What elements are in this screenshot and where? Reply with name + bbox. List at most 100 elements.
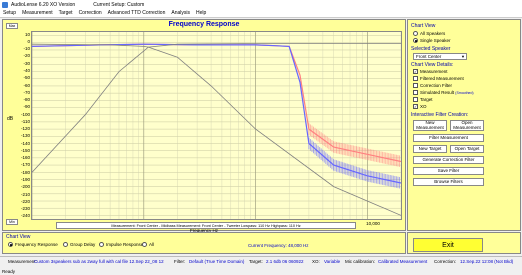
all-speakers-option[interactable]: All Speakers bbox=[413, 31, 445, 36]
legend-bar: Measurement: Front Center - Midbass Meas… bbox=[56, 222, 356, 229]
mic-value: Calibrated Measurement bbox=[378, 259, 428, 264]
y-tick: 10 bbox=[24, 31, 30, 37]
filter-label: Filter: bbox=[174, 259, 186, 264]
detail-label: Filtered Measurement bbox=[420, 76, 464, 81]
detail-label: Target bbox=[420, 97, 433, 102]
frequency-response-chart bbox=[32, 32, 401, 219]
filtered-measurement-checkbox[interactable]: Filtered Measurement bbox=[413, 76, 464, 81]
correction-filter-checkbox[interactable]: Correction Filter bbox=[413, 83, 452, 88]
y-tick: -180 bbox=[20, 169, 30, 175]
window-title: AudioLense 6.20 XO Version bbox=[11, 1, 76, 8]
open-target-button[interactable]: Open Target bbox=[450, 145, 484, 153]
detail-label: XO bbox=[420, 104, 427, 109]
speaker-dropdown[interactable]: Front Center ▼ bbox=[413, 53, 467, 60]
interactive-filter-title: Interactive Filter Creation: bbox=[411, 112, 469, 118]
smoothed-note: (Smoothed) bbox=[455, 90, 474, 95]
menu-bar: Setup Measurement Target Correction Adva… bbox=[0, 9, 522, 18]
y-tick: -220 bbox=[20, 198, 30, 204]
single-speaker-option[interactable]: Single Speaker bbox=[413, 38, 451, 43]
menu-advanced-ttd[interactable]: Advanced TTD Correction bbox=[105, 10, 169, 16]
option-label: Impulse Response bbox=[106, 242, 144, 247]
menu-help[interactable]: Help bbox=[193, 10, 209, 16]
open-measurement-button[interactable]: Open Measurement bbox=[450, 120, 484, 131]
max-button[interactable]: Max bbox=[6, 23, 18, 29]
target-checkbox[interactable]: Target bbox=[413, 97, 433, 102]
plot-area[interactable] bbox=[31, 31, 402, 220]
simulated-result-checkbox[interactable]: Simulated Result (Smoothed) bbox=[413, 90, 474, 95]
group-delay-option[interactable]: Group Delay bbox=[63, 242, 95, 247]
checkbox-icon bbox=[413, 83, 418, 88]
measurement-value: Custom 3speakers sub as 2way full with c… bbox=[34, 259, 164, 264]
filter-value: Default (True Time Domain) bbox=[189, 259, 245, 264]
series-line bbox=[32, 43, 401, 184]
y-tick: -210 bbox=[20, 191, 30, 197]
y-tick: -30 bbox=[23, 60, 30, 66]
selected-speaker-title: Selected Speaker bbox=[411, 46, 451, 52]
exit-button[interactable]: Exit bbox=[413, 238, 483, 252]
browse-filters-button[interactable]: Browse Filters bbox=[413, 178, 484, 186]
y-tick: -10 bbox=[23, 46, 30, 52]
checkbox-icon bbox=[413, 76, 418, 81]
current-frequency: Current Frequency: 48,000 Hz bbox=[248, 243, 309, 248]
detail-label: Simulated Result bbox=[420, 90, 455, 95]
radio-icon bbox=[63, 242, 68, 247]
option-label: Frequency Response bbox=[15, 242, 58, 247]
frequency-response-option[interactable]: Frequency Response bbox=[8, 242, 58, 247]
checkbox-icon bbox=[413, 97, 418, 102]
radio-selected-icon bbox=[413, 38, 418, 43]
generate-correction-filter-button[interactable]: Generate Correction Filter bbox=[413, 156, 484, 164]
app-icon bbox=[2, 1, 8, 8]
y-tick: -190 bbox=[20, 177, 30, 183]
radio-icon bbox=[413, 31, 418, 36]
checkbox-icon bbox=[413, 90, 418, 95]
menu-target[interactable]: Target bbox=[56, 10, 76, 16]
new-target-button[interactable]: New Target bbox=[413, 145, 447, 153]
y-tick: -140 bbox=[20, 140, 30, 146]
measurement-checkbox[interactable]: ✓ Measurement bbox=[413, 69, 448, 74]
series-line bbox=[32, 43, 401, 216]
current-setup: Current Setup: Custom bbox=[93, 1, 145, 8]
target-value: 2.1 6db 06 060922 bbox=[266, 259, 304, 264]
chevron-down-icon: ▼ bbox=[461, 54, 465, 59]
impulse-response-option[interactable]: Impulse Response bbox=[99, 242, 143, 247]
y-tick: -170 bbox=[20, 162, 30, 168]
correction-label: Correction: bbox=[434, 259, 457, 264]
menu-setup[interactable]: Setup bbox=[0, 10, 19, 16]
menu-correction[interactable]: Correction bbox=[76, 10, 105, 16]
menu-measurement[interactable]: Measurement bbox=[19, 10, 56, 16]
save-filter-button[interactable]: Save Filter bbox=[413, 167, 484, 175]
single-speaker-label: Single Speaker bbox=[420, 38, 451, 43]
y-tick: -120 bbox=[20, 126, 30, 132]
mic-label: Mic calibration: bbox=[345, 259, 376, 264]
status-ready: Ready bbox=[2, 269, 16, 274]
all-speakers-label: All Speakers bbox=[420, 31, 446, 36]
xo-checkbox[interactable]: ✓ XO bbox=[413, 104, 427, 109]
measurement-label: Measurement: bbox=[8, 259, 37, 264]
y-tick: -40 bbox=[23, 67, 30, 73]
chart-view-details-title: Chart View Details: bbox=[411, 62, 454, 68]
all-option[interactable]: All bbox=[142, 242, 154, 247]
chart-view-title: Chart View bbox=[411, 23, 436, 29]
chart-view-bar: Chart View Frequency Response Group Dela… bbox=[2, 232, 406, 254]
menu-analysis[interactable]: Analysis bbox=[168, 10, 193, 16]
title-bar: AudioLense 6.20 XO Version Current Setup… bbox=[0, 0, 522, 9]
y-tick: -160 bbox=[20, 155, 30, 161]
status-bar: Measurement: Custom 3speakers sub as 2wa… bbox=[0, 256, 522, 275]
speaker-value: Front Center bbox=[416, 54, 442, 59]
radio-selected-icon bbox=[8, 242, 13, 247]
y-tick: -230 bbox=[20, 206, 30, 212]
detail-label: Measurement bbox=[420, 69, 448, 74]
plot-panel: Frequency Response Max Min dB 10 0 -10 -20-… bbox=[2, 19, 406, 233]
y-tick: -50 bbox=[23, 75, 30, 81]
radio-icon bbox=[99, 242, 104, 247]
new-measurement-button[interactable]: New Measurement bbox=[413, 120, 447, 131]
y-tick: -130 bbox=[20, 133, 30, 139]
option-label: Group Delay bbox=[70, 242, 96, 247]
y-tick: -200 bbox=[20, 184, 30, 190]
min-button[interactable]: Min bbox=[6, 219, 18, 225]
chart-view-title: Chart View bbox=[6, 234, 31, 240]
radio-icon bbox=[142, 242, 147, 247]
y-tick: -70 bbox=[23, 89, 30, 95]
filter-measurement-button[interactable]: Filter Measurement bbox=[413, 134, 484, 142]
y-tick: 0 bbox=[27, 38, 30, 44]
